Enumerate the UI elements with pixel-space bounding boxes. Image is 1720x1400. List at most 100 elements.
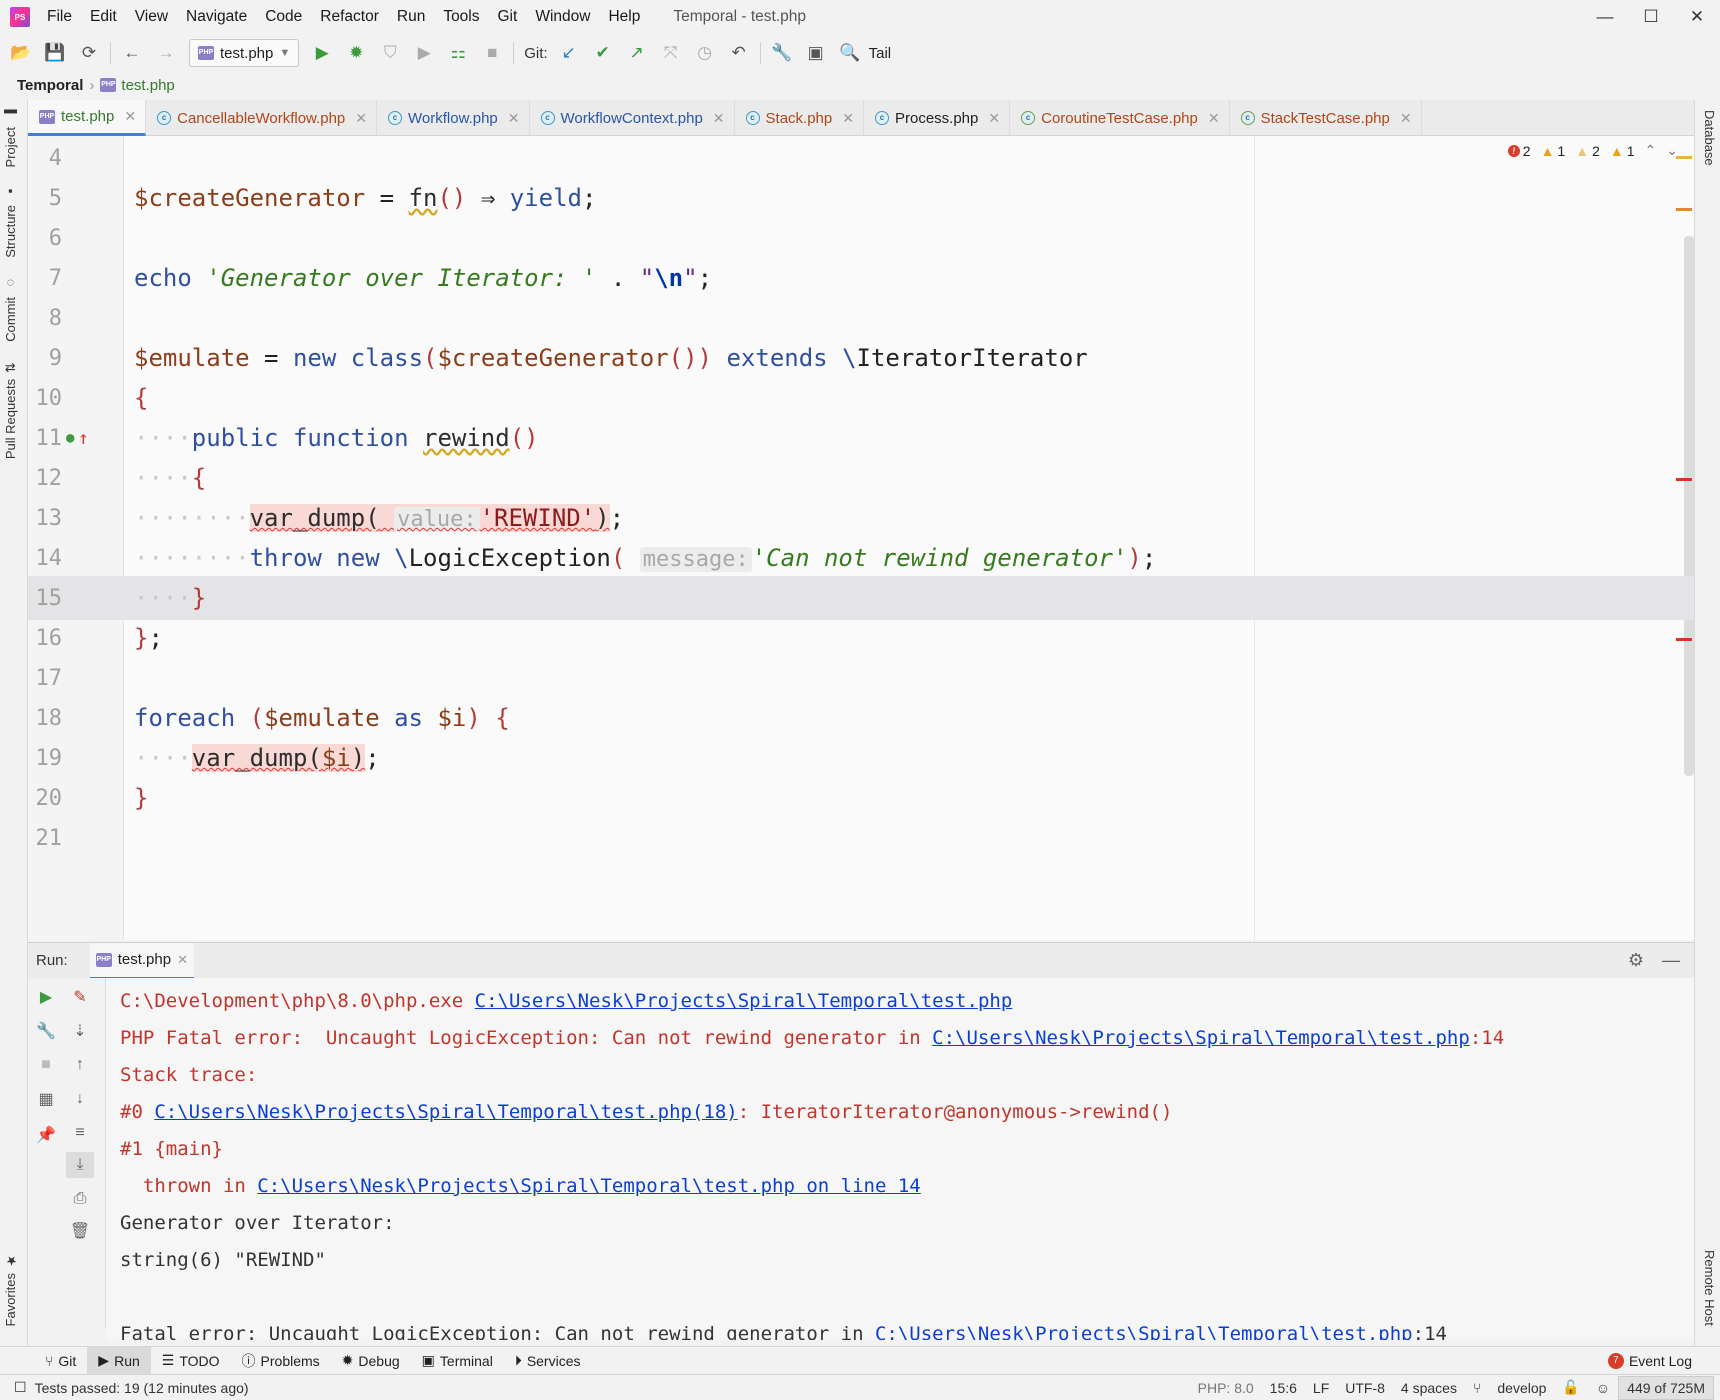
close-tab-icon[interactable]: ✕: [124, 108, 136, 125]
close-tab-icon[interactable]: ✕: [713, 110, 725, 127]
menu-tools[interactable]: Tools: [434, 8, 488, 26]
run-config-select[interactable]: PHP test.php ▼: [189, 39, 300, 67]
attach-debugger-icon[interactable]: ⚏: [441, 38, 475, 68]
menu-edit[interactable]: Edit: [81, 8, 126, 26]
breadcrumb-project[interactable]: Temporal: [17, 77, 83, 94]
debug-bug-icon[interactable]: ✹: [339, 38, 373, 68]
tab-workflow-context[interactable]: c WorkflowContext.php ✕: [530, 100, 735, 136]
print-icon[interactable]: ⎙: [66, 1186, 94, 1212]
tool-services[interactable]: ⏵ Services: [504, 1347, 592, 1375]
forward-arrow-icon[interactable]: →: [149, 38, 183, 68]
menu-navigate[interactable]: Navigate: [177, 8, 256, 26]
tool-todo[interactable]: ☰ TODO: [151, 1347, 231, 1375]
tool-git[interactable]: ⑂ Git: [34, 1347, 87, 1375]
layout-icon[interactable]: ▦: [32, 1086, 60, 1112]
gear-icon[interactable]: ⚙: [1628, 950, 1644, 971]
tool-remote-host[interactable]: Remote Host: [1702, 1250, 1717, 1326]
tab-coroutine-testcase[interactable]: c CoroutineTestCase.php ✕: [1010, 100, 1230, 136]
close-tab-icon[interactable]: ✕: [1208, 110, 1220, 127]
panel-toggle-icon[interactable]: ☐: [6, 1379, 35, 1396]
console-link[interactable]: C:\Users\Nesk\Projects\Spiral\Temporal\t…: [875, 1323, 1413, 1340]
scroll-to-end-icon[interactable]: ⤓: [66, 1152, 94, 1178]
status-encoding[interactable]: UTF-8: [1337, 1380, 1393, 1396]
event-log-button[interactable]: 7 Event Log: [1607, 1352, 1692, 1369]
settings-wrench-icon[interactable]: 🔧: [32, 1018, 60, 1044]
tool-debug[interactable]: ✹ Debug: [331, 1347, 411, 1375]
menu-code[interactable]: Code: [256, 8, 311, 26]
git-merge-icon[interactable]: ⤧: [654, 38, 688, 68]
close-tab-icon[interactable]: ✕: [842, 110, 854, 127]
settings-wrench-icon[interactable]: 🔧: [765, 38, 799, 68]
sync-icon[interactable]: ⟳: [72, 38, 106, 68]
inspector-icon[interactable]: ☺: [1588, 1380, 1618, 1396]
tail-button[interactable]: Tail: [869, 45, 892, 62]
breadcrumb-file[interactable]: test.php: [121, 77, 174, 94]
tool-favorites[interactable]: Favorites ★: [3, 1252, 18, 1326]
git-update-icon[interactable]: ↙: [552, 38, 586, 68]
tool-pull-requests[interactable]: Pull Requests ⇅: [3, 362, 18, 459]
tool-commit[interactable]: Commit ◌: [3, 276, 18, 342]
run-tab[interactable]: PHP test.php ✕: [89, 942, 194, 979]
pin-icon[interactable]: 📌: [32, 1122, 60, 1148]
menu-help[interactable]: Help: [599, 8, 649, 26]
close-tab-icon[interactable]: ✕: [177, 952, 188, 968]
tab-stack-testcase[interactable]: c StackTestCase.php ✕: [1230, 100, 1422, 136]
status-indent[interactable]: 4 spaces: [1393, 1380, 1465, 1396]
implements-method-icon[interactable]: ●: [66, 430, 74, 446]
close-tab-icon[interactable]: ✕: [355, 110, 367, 127]
soft-wrap-icon[interactable]: ≡: [66, 1120, 94, 1146]
clear-output-icon[interactable]: ✎: [66, 984, 94, 1010]
tool-database[interactable]: Database: [1702, 110, 1717, 166]
minimize-button[interactable]: —: [1582, 7, 1628, 27]
run-console[interactable]: C:\Development\php\8.0\php.exe C:\Users\…: [106, 978, 1694, 1340]
up-arrow-icon[interactable]: ↑: [66, 1052, 94, 1078]
tab-workflow[interactable]: c Workflow.php ✕: [377, 100, 530, 136]
menu-refactor[interactable]: Refactor: [311, 8, 388, 26]
down-arrow-icon[interactable]: ↓: [66, 1086, 94, 1112]
lock-icon[interactable]: 🔓: [1554, 1379, 1587, 1396]
save-icon[interactable]: 💾: [38, 38, 72, 68]
tool-project[interactable]: Project ▬: [3, 106, 18, 167]
git-push-icon[interactable]: ↗: [620, 38, 654, 68]
status-caret-position[interactable]: 15:6: [1262, 1380, 1305, 1396]
hide-panel-icon[interactable]: —: [1662, 950, 1680, 971]
stop-icon[interactable]: ■: [475, 38, 509, 68]
menu-git[interactable]: Git: [489, 8, 527, 26]
trash-icon[interactable]: 🗑: [66, 1218, 94, 1244]
tool-run[interactable]: ▶ Run: [87, 1346, 151, 1375]
open-folder-icon[interactable]: 📂: [4, 38, 38, 68]
run-icon[interactable]: ▶: [305, 38, 339, 68]
menu-run[interactable]: Run: [388, 8, 434, 26]
menu-window[interactable]: Window: [526, 8, 599, 26]
close-tab-icon[interactable]: ✕: [508, 110, 520, 127]
coverage-icon[interactable]: ⛉: [373, 38, 407, 68]
menu-file[interactable]: File: [38, 8, 81, 26]
tab-test-php[interactable]: PHP test.php ✕: [28, 100, 147, 136]
maximize-button[interactable]: ☐: [1628, 7, 1674, 27]
tab-stack[interactable]: c Stack.php ✕: [735, 100, 864, 136]
close-tab-icon[interactable]: ✕: [988, 110, 1000, 127]
tool-problems[interactable]: ⓘ Problems: [231, 1347, 331, 1375]
status-memory[interactable]: 449 of 725M: [1618, 1375, 1714, 1400]
close-window-button[interactable]: ✕: [1674, 7, 1720, 27]
tool-structure[interactable]: Structure ▪: [3, 184, 18, 258]
tab-cancellable-workflow[interactable]: c CancellableWorkflow.php ✕: [146, 100, 377, 136]
status-line-separator[interactable]: LF: [1305, 1380, 1337, 1396]
stop-icon[interactable]: ■: [32, 1052, 60, 1078]
console-link[interactable]: C:\Users\Nesk\Projects\Spiral\Temporal\t…: [932, 1027, 1470, 1049]
menu-view[interactable]: View: [126, 8, 177, 26]
status-php-version[interactable]: PHP: 8.0: [1190, 1380, 1262, 1396]
sort-icon[interactable]: ⇣: [66, 1018, 94, 1044]
git-commit-icon[interactable]: ✔: [586, 38, 620, 68]
console-link[interactable]: C:\Users\Nesk\Projects\Spiral\Temporal\t…: [475, 990, 1013, 1012]
status-tests[interactable]: Tests passed: 19 (12 minutes ago): [35, 1380, 249, 1396]
close-tab-icon[interactable]: ✕: [1400, 110, 1412, 127]
profile-icon[interactable]: ▶: [407, 38, 441, 68]
rollback-icon[interactable]: ↶: [722, 38, 756, 68]
code-editor[interactable]: ! 2 ▲ 1 ▲ 2 ▲ 1 ⌃ ⌄ 4 5 $createGenerator = fn…: [28, 136, 1694, 940]
console-link[interactable]: C:\Users\Nesk\Projects\Spiral\Temporal\t…: [257, 1175, 920, 1197]
tab-process[interactable]: c Process.php ✕: [864, 100, 1011, 136]
search-icon[interactable]: 🔍: [833, 38, 867, 68]
console-link[interactable]: C:\Users\Nesk\Projects\Spiral\Temporal\t…: [154, 1101, 737, 1123]
status-branch[interactable]: develop: [1489, 1380, 1554, 1396]
